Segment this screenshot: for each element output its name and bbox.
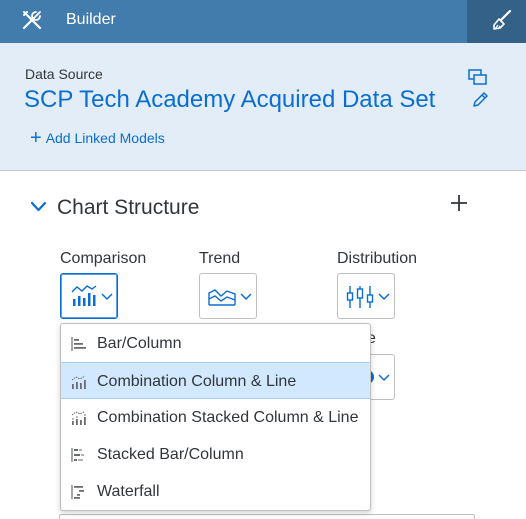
stacked-bar-column-icon — [71, 448, 84, 462]
chevron-down-icon[interactable] — [30, 200, 47, 214]
dropdown-item-label: Bar/Column — [97, 335, 182, 352]
data-source-name[interactable]: SCP Tech Academy Acquired Data Set — [24, 86, 435, 114]
dropdown-item-combination-column-line[interactable]: Combination Column & Line — [61, 362, 370, 399]
plus-icon: + — [30, 127, 42, 149]
paint-brush-icon[interactable] — [490, 9, 514, 33]
dropdown-item-stacked-bar-column[interactable]: Stacked Bar/Column — [61, 436, 370, 473]
dropdown-item-label: Combination Stacked Column & Line — [97, 409, 359, 426]
dropdown-item-combination-stacked-column-line[interactable]: Combination Stacked Column & Line — [61, 399, 370, 436]
copy-icon[interactable] — [468, 68, 488, 88]
builder-title: Builder — [66, 11, 116, 28]
comparison-label: Comparison — [60, 250, 147, 267]
distribution-label: Distribution — [337, 250, 418, 267]
chevron-down-icon — [378, 293, 390, 301]
data-source-label: Data Source — [25, 66, 103, 82]
tools-icon[interactable] — [21, 9, 43, 31]
plus-icon[interactable] — [450, 194, 468, 212]
dropdown-item-label: Combination Column & Line — [97, 373, 297, 390]
dropdown-item-bar-column[interactable]: Bar/Column — [61, 325, 370, 362]
dropdown-item-label: Stacked Bar/Column — [97, 446, 244, 463]
add-linked-models-label: Add Linked Models — [45, 130, 165, 146]
chart-type-dropdown: Bar/Column Combination Column & Line Com… — [60, 323, 371, 511]
bar-column-icon — [71, 337, 86, 351]
distribution-chart-icon — [346, 286, 374, 308]
waterfall-icon — [71, 485, 84, 499]
add-linked-models-link[interactable]: + Add Linked Models — [30, 128, 165, 148]
trend-chart-icon — [208, 289, 236, 306]
chevron-down-icon — [378, 374, 390, 382]
pencil-icon[interactable] — [471, 91, 489, 109]
distribution-chart-button[interactable] — [337, 273, 395, 319]
chevron-down-icon — [240, 293, 252, 301]
chevron-down-icon — [101, 293, 113, 301]
dropdown-item-label: Waterfall — [97, 483, 160, 500]
combination-stacked-column-line-icon — [71, 411, 86, 425]
combination-column-line-icon — [71, 375, 86, 389]
trend-label: Trend — [199, 250, 241, 267]
chart-structure-title[interactable]: Chart Structure — [57, 196, 199, 220]
comparison-chart-icon — [71, 285, 97, 306]
comparison-chart-button[interactable] — [60, 273, 118, 319]
trend-chart-button[interactable] — [199, 273, 257, 319]
feed-field-partial[interactable] — [59, 514, 475, 519]
dropdown-item-waterfall[interactable]: Waterfall — [61, 473, 370, 510]
